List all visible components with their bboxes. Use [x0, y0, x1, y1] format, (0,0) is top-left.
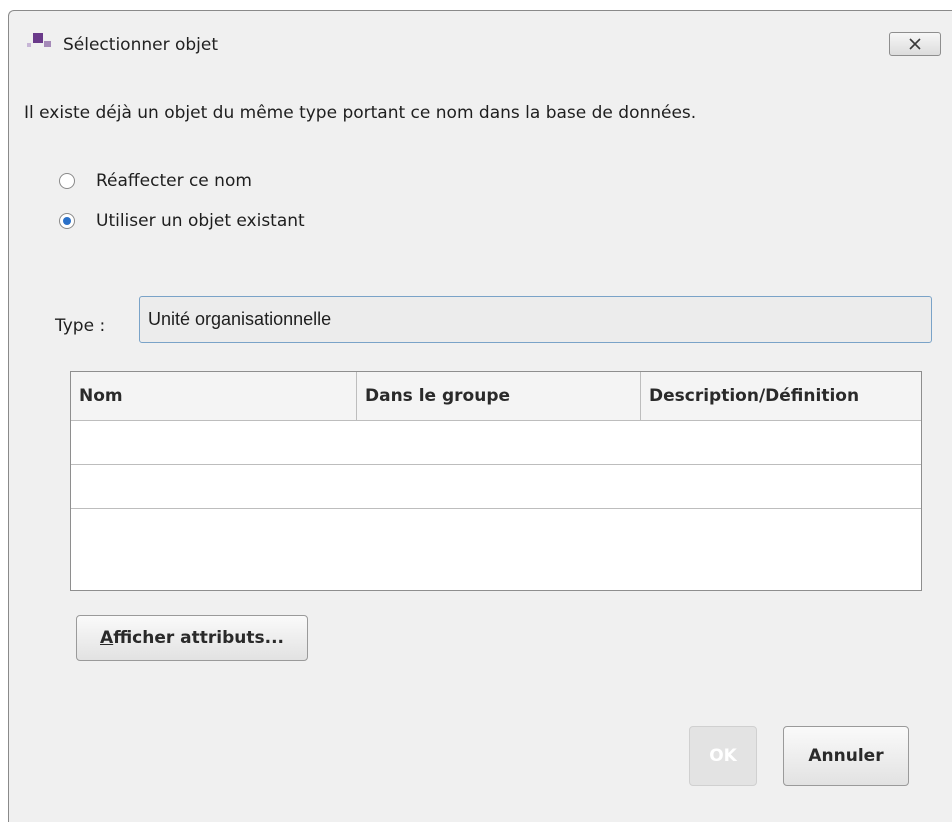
table-row[interactable]	[71, 421, 921, 465]
radio-use-existing[interactable]	[59, 213, 75, 229]
info-message: Il existe déjà un objet du même type por…	[24, 103, 697, 123]
table-header: Nom Dans le groupe Description/Définitio…	[71, 372, 921, 421]
table-row[interactable]	[71, 465, 921, 509]
type-field: Unité organisationnelle	[139, 296, 932, 343]
close-button[interactable]	[889, 32, 941, 56]
option-label: Réaffecter ce nom	[96, 171, 252, 191]
option-use-existing[interactable]: Utiliser un objet existant	[59, 211, 305, 231]
option-label: Utiliser un objet existant	[96, 211, 305, 231]
option-reassign-name[interactable]: Réaffecter ce nom	[59, 171, 252, 191]
show-attributes-button[interactable]: Afficher attributs...	[76, 615, 308, 661]
title-bar[interactable]: Sélectionner objet	[9, 11, 952, 57]
type-label: Type :	[55, 316, 106, 336]
mnemonic-letter: A	[100, 628, 114, 648]
column-header-group[interactable]: Dans le groupe	[357, 372, 641, 420]
objects-table[interactable]: Nom Dans le groupe Description/Définitio…	[70, 371, 922, 591]
button-label: fficher attributs...	[113, 628, 284, 648]
cancel-button[interactable]: Annuler	[783, 726, 909, 786]
dialog-window: Sélectionner objet Il existe déjà un obj…	[8, 10, 952, 822]
column-header-name[interactable]: Nom	[71, 372, 357, 420]
app-icon	[27, 33, 53, 49]
close-icon	[909, 38, 921, 50]
radio-reassign-name[interactable]	[59, 173, 75, 189]
column-header-description[interactable]: Description/Définition	[641, 372, 921, 420]
window-title: Sélectionner objet	[63, 35, 219, 55]
ok-button[interactable]: OK	[689, 726, 757, 786]
